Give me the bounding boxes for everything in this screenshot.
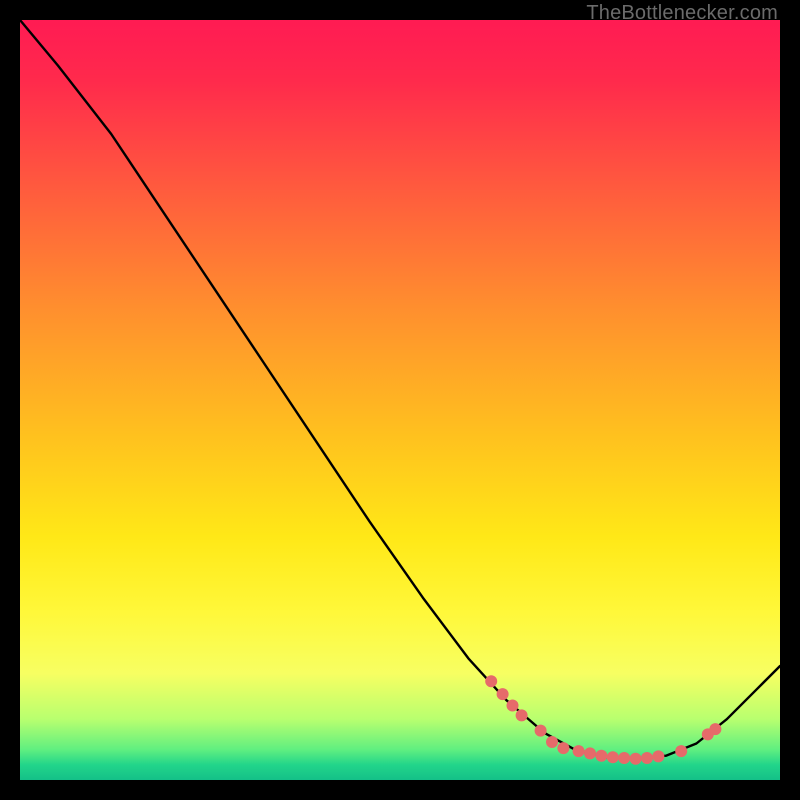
marker-dot — [652, 750, 664, 762]
marker-dot — [485, 675, 497, 687]
marker-dot — [507, 700, 519, 712]
marker-dot — [516, 709, 528, 721]
marker-dot — [641, 752, 653, 764]
curve-line — [20, 20, 780, 759]
marker-dot — [607, 751, 619, 763]
marker-dot — [497, 688, 509, 700]
marker-dot — [630, 753, 642, 765]
marker-dot — [675, 745, 687, 757]
chart-svg — [20, 20, 780, 780]
marker-dot — [535, 725, 547, 737]
plot-area — [20, 20, 780, 780]
marker-dot — [618, 752, 630, 764]
marker-dot — [557, 742, 569, 754]
marker-dot — [584, 747, 596, 759]
marker-dot — [709, 723, 721, 735]
curve-markers — [485, 675, 721, 765]
marker-dot — [595, 750, 607, 762]
marker-dot — [573, 745, 585, 757]
marker-dot — [546, 736, 558, 748]
